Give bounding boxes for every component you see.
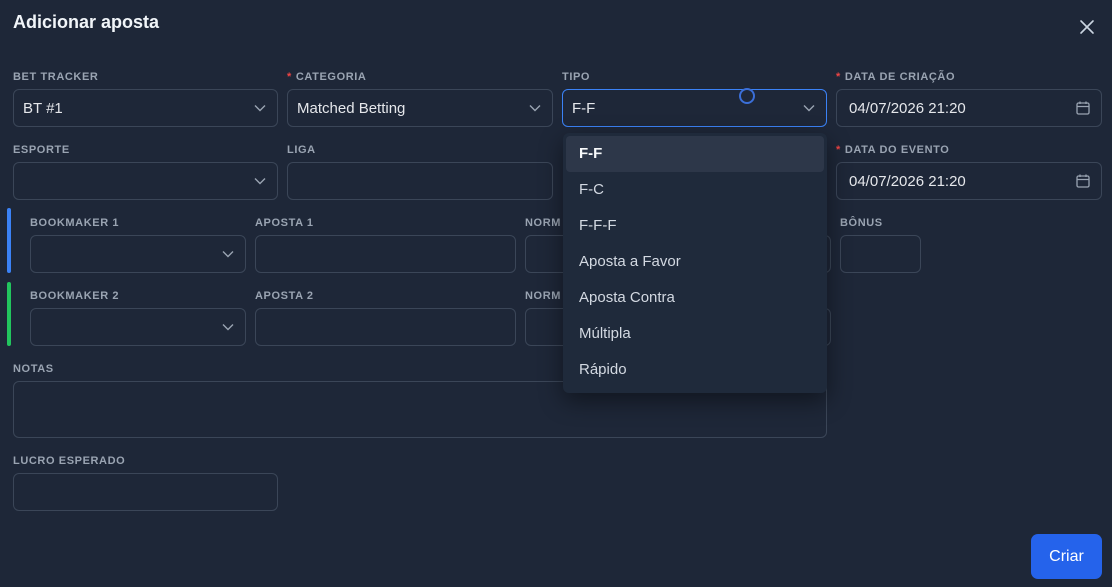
data-evento-value: 04/07/2026 21:20 [849,172,966,190]
data-evento-input[interactable]: 04/07/2026 21:20 [836,162,1102,200]
chevron-down-icon [803,105,815,112]
categoria-select[interactable]: Matched Betting [287,89,553,127]
chevron-down-icon [254,178,266,185]
tipo-option[interactable]: Rápido [566,352,824,388]
create-button[interactable]: Criar [1031,534,1102,579]
bookmaker-1-select[interactable] [30,235,246,273]
esporte-label: ESPORTE [13,144,70,156]
liga-label: LIGA [287,144,316,156]
tipo-option[interactable]: Aposta Contra [566,280,824,316]
required-mark: * [836,144,841,156]
categoria-label: * CATEGORIA [287,71,367,83]
aposta-1-input[interactable] [255,235,516,273]
calendar-icon[interactable] [1075,100,1091,116]
esporte-select[interactable] [13,162,278,200]
tipo-dropdown-menu: F-F F-C F-F-F Aposta a Favor Aposta Cont… [563,133,827,393]
norm-1-label: NORM [525,217,562,229]
aposta-2-label: APOSTA 2 [255,290,314,302]
loading-spinner-icon [739,88,755,104]
tipo-select[interactable]: F-F [562,89,827,127]
data-criacao-label: * DATA DE CRIAÇÃO [836,71,956,83]
bookmaker-2-accent-stripe [7,282,11,346]
notas-label: NOTAS [13,363,54,375]
tipo-option[interactable]: Múltipla [566,316,824,352]
bookmaker-2-label: BOOKMAKER 2 [30,290,120,302]
liga-input[interactable] [287,162,553,200]
tipo-option[interactable]: F-F-F [566,208,824,244]
data-criacao-input[interactable]: 04/07/2026 21:20 [836,89,1102,127]
bet-tracker-value: BT #1 [23,99,63,117]
chevron-down-icon [529,105,541,112]
categoria-value: Matched Betting [297,99,406,117]
aposta-1-label: APOSTA 1 [255,217,314,229]
chevron-down-icon [222,324,234,331]
bookmaker-1-label: BOOKMAKER 1 [30,217,120,229]
bet-tracker-label: BET TRACKER [13,71,99,83]
bookmaker-1-accent-stripe [7,208,11,273]
tipo-option[interactable]: Aposta a Favor [566,244,824,280]
required-mark: * [287,71,292,83]
calendar-icon[interactable] [1075,173,1091,189]
bonus-input[interactable] [840,235,921,273]
tipo-value: F-F [572,99,596,117]
dialog-title: Adicionar aposta [13,12,160,32]
tipo-option[interactable]: F-C [566,172,824,208]
aposta-2-input[interactable] [255,308,516,346]
data-criacao-value: 04/07/2026 21:20 [849,99,966,117]
tipo-option[interactable]: F-F [566,136,824,172]
bookmaker-2-select[interactable] [30,308,246,346]
tipo-label: TIPO [562,71,591,83]
chevron-down-icon [222,251,234,258]
lucro-esperado-input[interactable] [13,473,278,511]
chevron-down-icon [254,105,266,112]
lucro-esperado-label: LUCRO ESPERADO [13,455,126,467]
close-icon [1080,20,1094,34]
data-evento-label: * DATA DO EVENTO [836,144,950,156]
close-button[interactable] [1076,16,1098,38]
bet-tracker-select[interactable]: BT #1 [13,89,278,127]
norm-2-label: NORM [525,290,562,302]
required-mark: * [836,71,841,83]
bonus-label: BÔNUS [840,217,883,229]
